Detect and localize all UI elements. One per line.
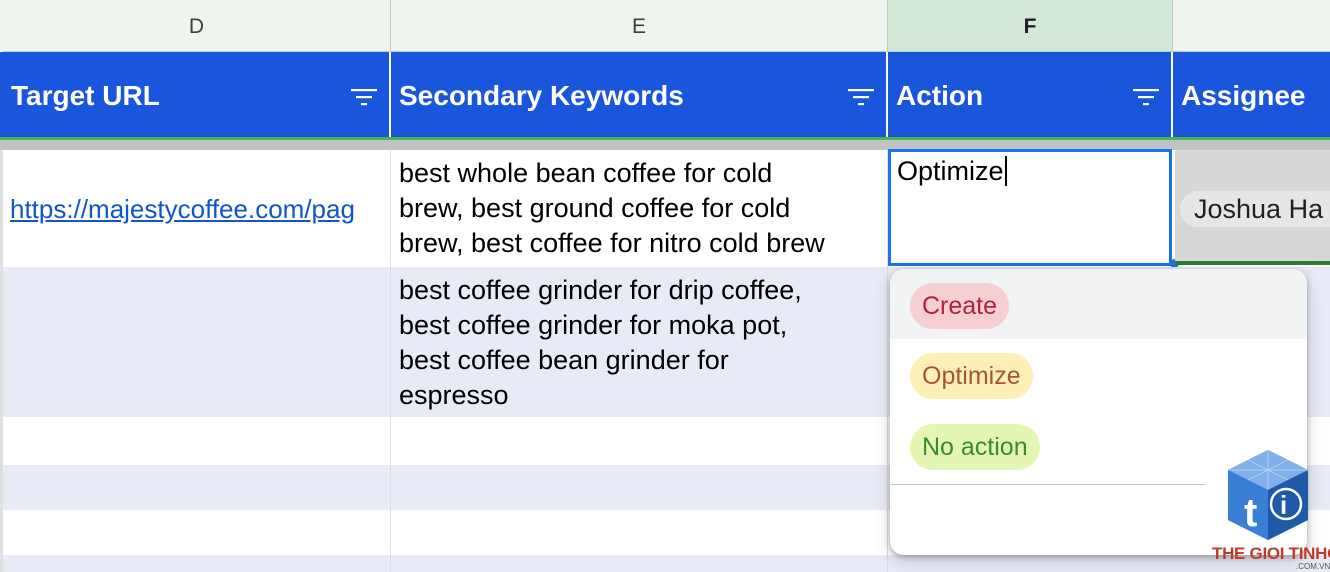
header-secondary-keywords[interactable]: Secondary Keywords xyxy=(391,52,888,139)
cube-logo-icon: t i xyxy=(1228,450,1308,540)
action-cell-value: Optimize xyxy=(897,156,1004,186)
svg-text:t: t xyxy=(1244,491,1257,535)
assignee-chip[interactable]: Joshua Ha xyxy=(1180,191,1330,227)
column-header-f[interactable]: F xyxy=(888,0,1173,52)
header-secondary-keywords-label: Secondary Keywords xyxy=(399,79,684,111)
filter-icon[interactable] xyxy=(1133,87,1159,107)
cell-assignee[interactable]: Joshua Ha xyxy=(1175,150,1330,265)
cell-target-url[interactable]: https://majestycoffee.com/pag xyxy=(3,150,391,267)
keywords-text: best coffee grinder for drip coffee, bes… xyxy=(399,273,802,413)
dropdown-divider xyxy=(890,484,1206,485)
header-target-url-label: Target URL xyxy=(11,79,160,111)
cell-secondary-keywords[interactable]: best whole bean coffee for cold brew, be… xyxy=(391,150,888,267)
column-divider xyxy=(390,417,391,572)
keywords-line: brew, best ground coffee for cold xyxy=(399,193,791,223)
keywords-line: best coffee grinder for drip coffee, xyxy=(399,275,802,305)
dropdown-option-create[interactable]: Create xyxy=(890,269,1307,339)
column-header-d[interactable]: D xyxy=(3,0,391,52)
watermark-brand: THE GIOI TINHOC xyxy=(1212,544,1330,563)
option-no-action-chip: No action xyxy=(910,424,1040,470)
row-left-edge xyxy=(0,150,3,572)
watermark-logo: t i THE GIOI TINHOC .COM.VN xyxy=(1208,448,1330,572)
keywords-text: best whole bean coffee for cold brew, be… xyxy=(399,156,825,261)
header-assignee[interactable]: Assignee xyxy=(1173,52,1330,139)
cell-secondary-keywords[interactable]: best coffee grinder for drip coffee, bes… xyxy=(391,267,888,417)
filter-icon[interactable] xyxy=(351,87,377,107)
column-letter-e: E xyxy=(631,14,646,38)
assignee-cell-underline xyxy=(1175,261,1330,265)
watermark-domain: .COM.VN xyxy=(1296,562,1330,571)
option-create-chip: Create xyxy=(910,283,1010,329)
action-cell-editor[interactable]: Optimize xyxy=(888,149,1172,266)
keywords-line: best coffee grinder for moka pot, xyxy=(399,310,788,340)
cell-target-url[interactable] xyxy=(3,267,391,417)
column-letter-d: D xyxy=(188,14,205,38)
header-target-url[interactable]: Target URL xyxy=(3,52,391,139)
text-caret xyxy=(1004,156,1007,186)
column-header-g[interactable] xyxy=(1173,0,1330,52)
table-row xyxy=(0,555,1330,572)
keywords-line: brew, best coffee for nitro cold brew xyxy=(399,228,825,258)
column-divider xyxy=(887,417,888,572)
filter-icon[interactable] xyxy=(848,87,874,107)
keywords-line: espresso xyxy=(399,380,509,410)
keywords-line: best coffee bean grinder for xyxy=(399,345,729,375)
header-action[interactable]: Action xyxy=(888,52,1173,139)
keywords-line: best whole bean coffee for cold xyxy=(399,158,773,188)
target-url-link[interactable]: https://majestycoffee.com/pag xyxy=(10,194,390,225)
header-action-label: Action xyxy=(896,79,984,111)
dropdown-option-optimize[interactable]: Optimize xyxy=(890,339,1307,409)
option-optimize-chip: Optimize xyxy=(910,353,1033,399)
svg-text:i: i xyxy=(1280,490,1287,520)
header-assignee-label: Assignee xyxy=(1181,79,1306,111)
assignee-name: Joshua Ha xyxy=(1194,193,1324,224)
column-letter-f: F xyxy=(1023,14,1037,38)
column-header-e[interactable]: E xyxy=(391,0,888,52)
